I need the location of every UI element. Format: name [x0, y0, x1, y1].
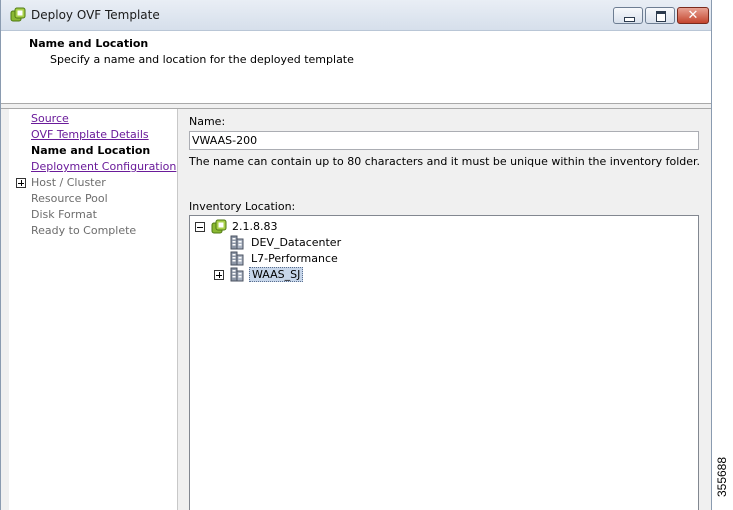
figure-number-text: 355688 [715, 456, 729, 498]
wizard-header: Name and Location Specify a name and loc… [1, 31, 711, 104]
step-host-cluster: Host / Cluster [31, 176, 106, 189]
tree-node-label: 2.1.8.83 [232, 220, 278, 233]
minimize-button[interactable] [613, 7, 643, 24]
maximize-button[interactable] [645, 7, 675, 24]
close-icon: ✕ [687, 8, 699, 23]
minimize-icon [624, 17, 635, 22]
name-label: Name: [189, 115, 226, 128]
step-name-and-location[interactable]: Name and Location [31, 144, 150, 157]
main-panel: Name: The name can contain up to 80 char… [179, 109, 711, 510]
collapse-icon[interactable] [195, 222, 205, 232]
step-source[interactable]: Source [31, 112, 69, 125]
tree-node-vcenter[interactable]: 2.1.8.83 [195, 219, 395, 235]
window-title: Deploy OVF Template [31, 8, 160, 22]
title-bar[interactable]: Deploy OVF Template ✕ [1, 0, 711, 31]
inventory-tree[interactable]: 2.1.8.83 DEV_Datacenter L7-Performance W… [189, 215, 699, 510]
tree-node-dev-datacenter[interactable]: DEV_Datacenter [230, 235, 430, 251]
datacenter-icon [230, 267, 244, 282]
page-subtitle: Specify a name and location for the depl… [50, 53, 354, 66]
name-hint: The name can contain up to 80 characters… [189, 155, 701, 168]
inventory-location-label: Inventory Location: [189, 200, 296, 213]
vsphere-icon [211, 219, 227, 234]
tree-node-label: L7-Performance [251, 252, 338, 265]
step-ovf-template-details[interactable]: OVF Template Details [31, 128, 149, 141]
page-title: Name and Location [29, 37, 149, 50]
datacenter-icon [230, 251, 244, 266]
expand-icon[interactable] [214, 270, 224, 280]
step-disk-format: Disk Format [31, 208, 97, 221]
datacenter-icon [230, 235, 244, 250]
step-resource-pool: Resource Pool [31, 192, 108, 205]
step-deployment-configuration[interactable]: Deployment Configuration [31, 160, 176, 173]
tree-node-label: DEV_Datacenter [251, 236, 342, 249]
maximize-icon [656, 11, 666, 22]
close-button[interactable]: ✕ [677, 7, 709, 24]
figure-number: 355688 [712, 446, 733, 510]
vsphere-icon [10, 7, 26, 22]
tree-node-label: WAAS_SJ [249, 267, 304, 282]
deploy-ovf-window: Deploy OVF Template ✕ Name and Location … [0, 0, 712, 510]
tree-node-waas-sj[interactable]: WAAS_SJ [214, 267, 414, 283]
tree-node-l7-performance[interactable]: L7-Performance [230, 251, 430, 267]
expand-icon[interactable] [16, 178, 26, 188]
wizard-steps: Source OVF Template Details Name and Loc… [9, 109, 178, 510]
step-ready-to-complete: Ready to Complete [31, 224, 137, 237]
name-input[interactable] [189, 131, 699, 150]
